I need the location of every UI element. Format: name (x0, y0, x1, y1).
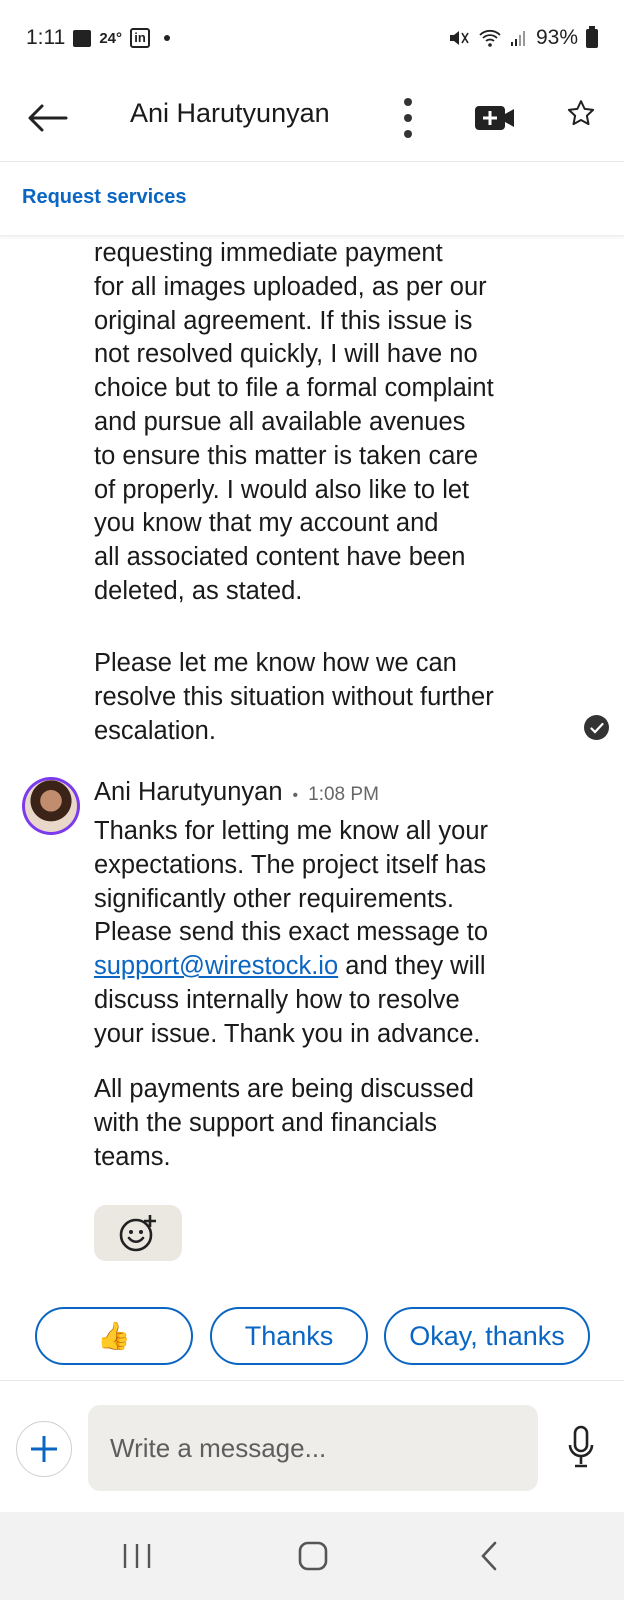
status-temperature: 24° (99, 29, 123, 47)
support-email-link[interactable]: support@wirestock.io (94, 952, 338, 980)
status-bar: 1:11 24° in 93% (0, 0, 624, 76)
chevron-left-icon (481, 1541, 497, 1571)
mute-icon (449, 31, 469, 45)
wifi-icon (479, 29, 501, 47)
incoming-message-text: Thanks for letting me know all your expe… (94, 815, 574, 1052)
star-button[interactable] (566, 98, 598, 134)
suggested-reply-thumbs-up[interactable]: 👍 (35, 1307, 193, 1365)
add-reaction-icon (119, 1215, 156, 1252)
home-icon (298, 1541, 328, 1571)
recents-icon (123, 1544, 151, 1568)
suggested-reply-okay-thanks[interactable]: Okay, thanks (384, 1307, 590, 1365)
attach-button[interactable] (16, 1421, 72, 1477)
system-back-button[interactable] (464, 1536, 514, 1576)
microphone-icon (568, 1425, 594, 1468)
incoming-text-before-link: Thanks for letting me know all your expe… (94, 817, 489, 947)
more-options-button[interactable] (398, 90, 418, 146)
suggested-reply-thanks[interactable]: Thanks (210, 1307, 368, 1365)
battery-icon (586, 25, 598, 48)
sender-name[interactable]: Ani Harutyunyan (94, 778, 283, 807)
recent-apps-button[interactable] (112, 1536, 162, 1576)
request-services-link[interactable]: Request services (22, 186, 187, 209)
voice-message-button[interactable] (568, 1425, 594, 1469)
notification-dot-icon (164, 35, 171, 41)
message-timestamp: 1:08 PM (308, 784, 379, 805)
outgoing-message-text: requesting immediate payment for all ima… (94, 239, 494, 605)
status-time: 1:11 (26, 26, 66, 49)
avatar-photo (25, 780, 77, 832)
conversation-title[interactable]: Ani Harutyunyan (130, 98, 330, 129)
separator-dot: • (292, 787, 299, 804)
avatar[interactable] (22, 777, 80, 835)
back-arrow-icon (28, 104, 68, 132)
video-call-button[interactable] (474, 100, 516, 136)
system-navigation-bar (0, 1512, 624, 1600)
plus-icon (31, 1436, 57, 1462)
gallery-icon (73, 29, 92, 47)
message-input[interactable] (88, 1405, 538, 1491)
add-reaction-button[interactable] (94, 1205, 182, 1261)
message-list[interactable]: requesting immediate payment for all ima… (0, 237, 624, 1378)
back-button[interactable] (26, 94, 74, 142)
status-right: 93% (448, 25, 598, 50)
linkedin-icon: in (130, 28, 151, 48)
home-button[interactable] (288, 1536, 338, 1576)
request-services-bar: Request services (0, 162, 624, 236)
star-icon (567, 100, 595, 126)
more-vertical-icon (404, 98, 412, 106)
message-sender-row: Ani Harutyunyan • 1:08 PM (94, 778, 379, 807)
battery-level: 93% (535, 26, 578, 49)
conversation-header: Ani Harutyunyan (0, 76, 624, 162)
signal-icon (510, 31, 525, 46)
message-composer (0, 1380, 624, 1512)
incoming-message-text-continued: All payments are being discussed with th… (94, 1075, 474, 1171)
status-left: 1:11 24° in (26, 26, 171, 50)
read-receipt-icon (584, 715, 609, 740)
outgoing-message-text-continued: Please let me know how we can resolve th… (94, 649, 494, 745)
video-call-icon (475, 106, 514, 130)
suggested-replies: 👍 Thanks Okay, thanks (0, 1307, 624, 1367)
